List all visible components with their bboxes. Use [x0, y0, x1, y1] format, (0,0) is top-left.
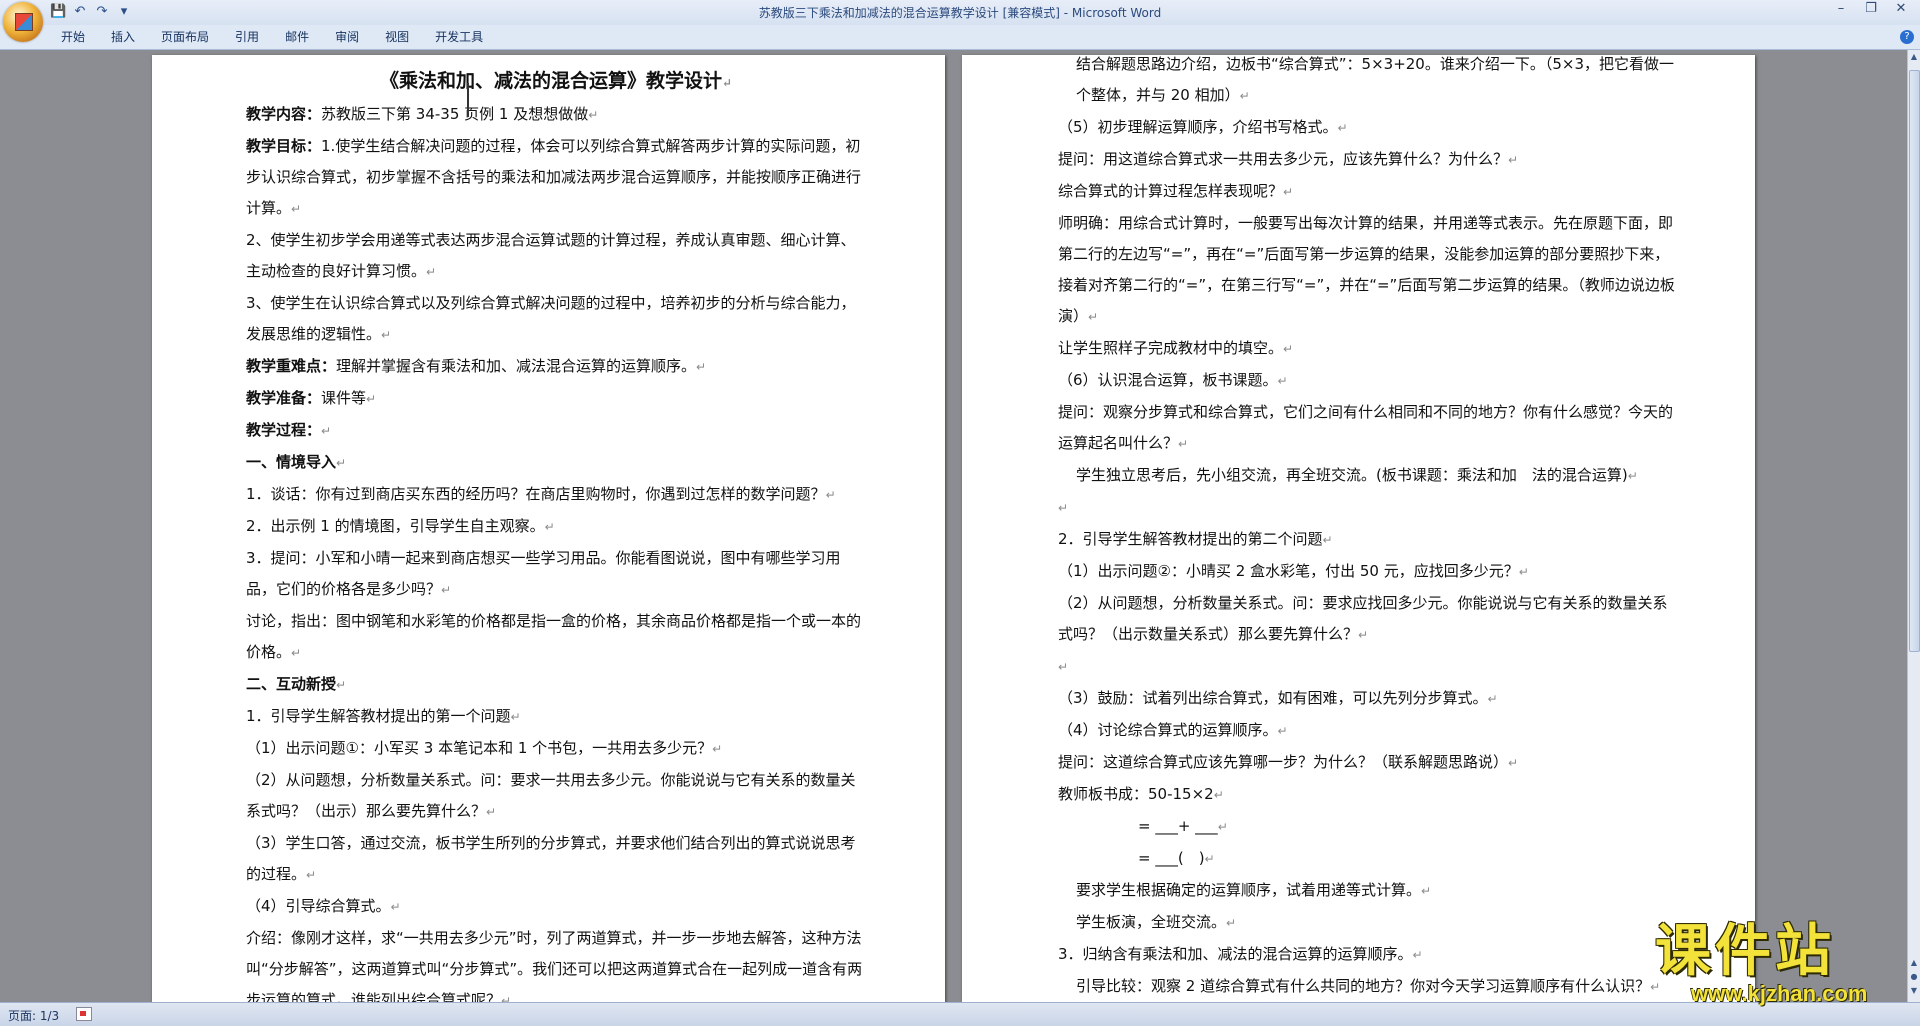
paragraph: 教学过程：↵ [246, 421, 332, 439]
scroll-thumb[interactable] [1909, 70, 1920, 652]
section-heading: 二、互动新授↵ [246, 675, 347, 693]
ribbon: 开始 插入 页面布局 引用 邮件 审阅 视图 开发工具 ? [0, 25, 1920, 50]
tab-view[interactable]: 视图 [372, 29, 422, 45]
document-page-1[interactable]: 《乘法和加、减法的混合运算》教学设计↵ 教学内容：苏教版三下第 34-35 页例… [152, 55, 945, 1002]
paragraph: 2、使学生初步学会用递等式表达两步混合运算试题的计算过程，养成认真审题、细心计算… [246, 231, 856, 280]
paragraph: （5）初步理解运算顺序，介绍书写格式。↵ [1058, 118, 1348, 136]
paragraph: 提问：观察分步算式和综合算式，它们之间有什么相同和不同的地方？你有什么感觉？今天… [1058, 403, 1674, 452]
paragraph: （6）认识混合运算，板书课题。↵ [1058, 371, 1288, 389]
paragraph: 教学目标：1.使学生结合解决问题的过程，体会可以列综合算式解答两步计算的实际问题… [246, 137, 862, 217]
paragraph: （1）出示问题①：小军买 3 本笔记本和 1 个书包，一共用去多少元？↵ [246, 739, 723, 757]
equation-line: = ___+ ___↵ [1138, 817, 1228, 835]
paragraph: 2．引导学生解答教材提出的第二个问题↵ [1058, 530, 1333, 548]
paragraph: 综合算式的计算过程怎样表现呢？↵ [1058, 182, 1294, 200]
watermark-url: www.kjzhan.com [1691, 981, 1868, 1006]
window-controls: – ❐ ✕ [1826, 0, 1916, 20]
browse-object-icon[interactable]: ● [1908, 970, 1920, 984]
paragraph: （4）引导综合算式。↵ [246, 897, 401, 915]
office-logo-icon [15, 13, 33, 31]
scroll-up-icon[interactable]: ▲ [1908, 50, 1920, 64]
scroll-bottom-controls: ▲ ● ▼ [1908, 956, 1920, 998]
page-2-content: 结合解题思路边介绍，边板书“综合算式”：5×3+20。谁来介绍一下。（5×3，把… [1058, 50, 1682, 1002]
paragraph: （4）讨论综合算式的运算顺序。↵ [1058, 721, 1288, 739]
tab-developer[interactable]: 开发工具 [422, 29, 496, 45]
paragraph: 教学重难点：理解并掌握含有乘法和加、减法混合运算的运算顺序。↵ [246, 357, 707, 375]
paragraph: 师明确：用综合式计算时，一般要写出每次计算的结果，并用递等式表示。先在原题下面，… [1058, 214, 1675, 325]
equation-line: = ___( )↵ [1138, 849, 1215, 867]
paragraph: 教学准备：课件等↵ [246, 389, 377, 407]
paragraph: 学生板演，全班交流。↵ [1076, 913, 1237, 931]
paragraph: 3、使学生在认识综合算式以及列综合算式解决问题的过程中，培养初步的分析与综合能力… [246, 294, 856, 343]
tab-page-layout[interactable]: 页面布局 [148, 29, 222, 45]
tab-references[interactable]: 引用 [222, 29, 272, 45]
paragraph: 引导比较：观察 2 道综合算式有什么共同的地方？你对今天学习运算顺序有什么认识？… [1076, 977, 1661, 995]
watermark-title: 课件站 [1655, 919, 1835, 984]
next-page-icon[interactable]: ▼ [1908, 984, 1920, 998]
tab-insert[interactable]: 插入 [98, 29, 148, 45]
tab-home[interactable]: 开始 [48, 29, 98, 45]
paragraph: 介绍：像刚才这样，求“一共用去多少元”时，列了两道算式，并一步一步地去解答，这种… [246, 929, 863, 1002]
restore-icon[interactable]: ❐ [1856, 0, 1886, 20]
prev-page-icon[interactable]: ▲ [1908, 956, 1920, 970]
tab-review[interactable]: 审阅 [322, 29, 372, 45]
paragraph: 教师板书成：50-15×2↵ [1058, 785, 1224, 803]
paragraph: 要求学生根据确定的运算顺序，试着用递等式计算。↵ [1076, 881, 1432, 899]
paragraph: 提问：这道综合算式应该先算哪一步？为什么？（联系解题思路说）↵ [1058, 753, 1519, 771]
window-title: 苏教版三下乘法和加减法的混合运算教学设计 [兼容模式] - Microsoft … [758, 6, 1162, 20]
paragraph: 学生独立思考后，先小组交流，再全班交流。(板书课题：乘法和加 法的混合运算)↵ [1076, 466, 1638, 484]
office-button[interactable] [3, 2, 43, 42]
paragraph: 提问：用这道综合算式求一共用去多少元，应该先算什么？为什么？↵ [1058, 150, 1519, 168]
paragraph: （3）鼓励：试着列出综合算式，如有困难，可以先列分步算式。↵ [1058, 689, 1498, 707]
page-number-indicator[interactable]: 页面: 1/3 [8, 1007, 59, 1024]
proofing-status-icon[interactable] [76, 1007, 92, 1021]
ribbon-tabs: 开始 插入 页面布局 引用 邮件 审阅 视图 开发工具 [48, 29, 496, 45]
status-bar: 页面: 1/3 [0, 1002, 1920, 1026]
document-title: 《乘法和加、减法的混合运算》教学设计↵ [379, 70, 733, 92]
document-area[interactable]: 《乘法和加、减法的混合运算》教学设计↵ 教学内容：苏教版三下第 34-35 页例… [0, 50, 1908, 1002]
empty-paragraph: ↵ [1058, 660, 1069, 674]
paragraph: 1．引导学生解答教材提出的第一个问题↵ [246, 707, 521, 725]
paragraph: 1．谈话：你有过到商店买东西的经历吗？在商店里购物时，你遇到过怎样的数学问题？↵ [246, 485, 836, 503]
cursor-bar [467, 83, 469, 117]
paragraph: 2．出示例 1 的情境图，引导学生自主观察。↵ [246, 517, 555, 535]
close-icon[interactable]: ✕ [1886, 0, 1916, 20]
paragraph: 让学生照样子完成教材中的填空。↵ [1058, 339, 1294, 357]
paragraph: （2）从问题想，分析数量关系式。问：要求应找回多少元。你能说说与它有关系的数量关… [1058, 594, 1668, 643]
help-icon[interactable]: ? [1900, 30, 1914, 44]
tab-mailings[interactable]: 邮件 [272, 29, 322, 45]
paragraph: （2）从问题想，分析数量关系式。问：要求一共用去多少元。你能说说与它有关系的数量… [246, 771, 856, 820]
paragraph: 3．提问：小军和小晴一起来到商店想买一些学习用品。你能看图说说，图中有哪些学习用… [246, 549, 841, 598]
vertical-scrollbar[interactable]: ▲ ▲ ● ▼ [1907, 50, 1920, 1002]
paragraph: （1）出示问题②：小晴买 2 盒水彩笔，付出 50 元，应找回多少元？↵ [1058, 562, 1529, 580]
paragraph: 结合解题思路边介绍，边板书“综合算式”：5×3+20。谁来介绍一下。（5×3，把… [1076, 55, 1675, 104]
minimize-icon[interactable]: – [1826, 0, 1856, 20]
page-1-content: 《乘法和加、减法的混合运算》教学设计↵ 教学内容：苏教版三下第 34-35 页例… [246, 70, 866, 1002]
paragraph: 教学内容：苏教版三下第 34-35 页例 1 及想想做做↵ [246, 105, 599, 123]
section-heading: 一、情境导入↵ [246, 453, 347, 471]
document-page-2[interactable]: 结合解题思路边介绍，边板书“综合算式”：5×3+20。谁来介绍一下。（5×3，把… [962, 55, 1755, 1002]
empty-paragraph: ↵ [1058, 501, 1069, 515]
paragraph: 3．归纳含有乘法和加、减法的混合运算的运算顺序。↵ [1058, 945, 1423, 963]
paragraph: （3）学生口答，通过交流，板书学生所列的分步算式，并要求他们结合列出的算式说说思… [246, 834, 856, 883]
title-bar: 💾 ↶ ↷ ▾ 苏教版三下乘法和加减法的混合运算教学设计 [兼容模式] - Mi… [0, 0, 1920, 42]
site-watermark: 课件站 www.kjzhan.com [1655, 920, 1905, 1010]
paragraph: 讨论，指出：图中钢笔和水彩笔的价格都是指一盒的价格，其余商品价格都是指一个或一本… [246, 612, 862, 661]
